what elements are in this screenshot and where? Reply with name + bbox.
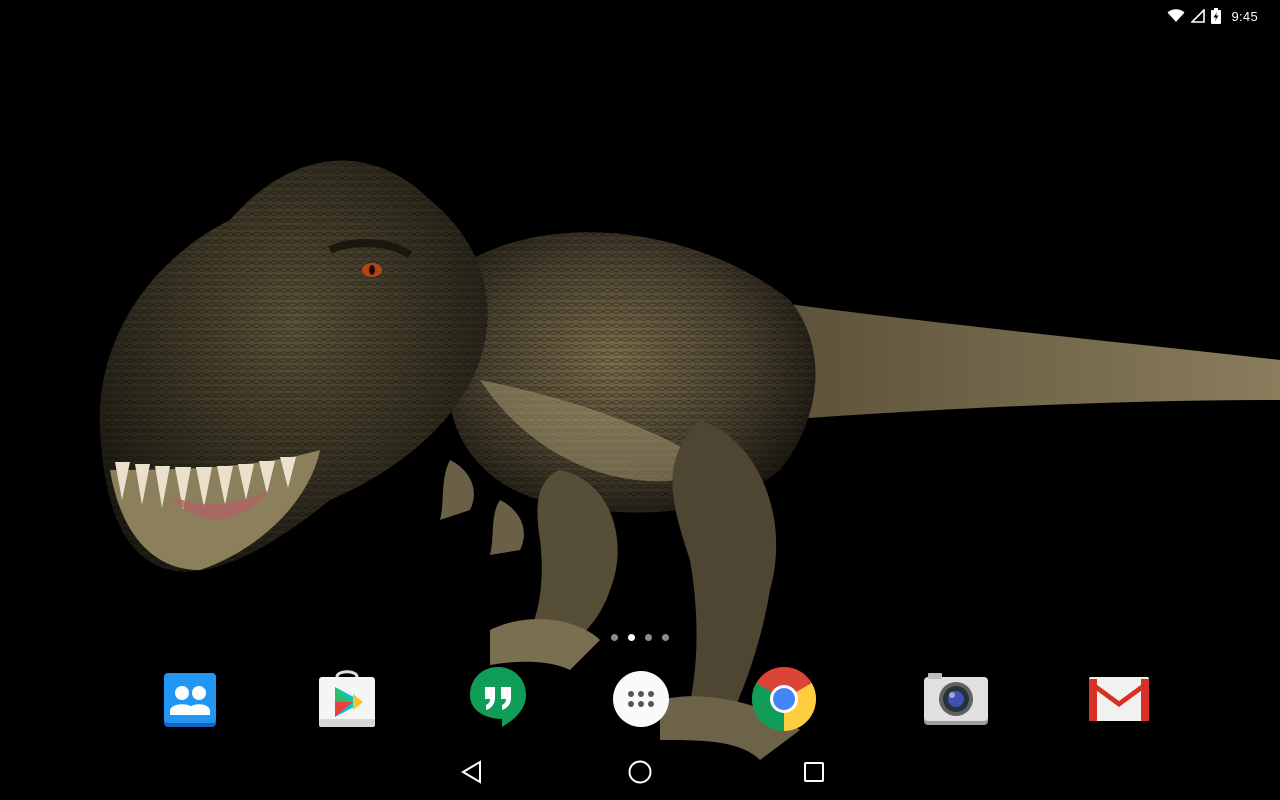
navigation-bar (0, 752, 1280, 800)
dock (0, 664, 1280, 734)
recents-icon (804, 762, 824, 782)
play-store-icon (319, 670, 375, 727)
wifi-icon (1167, 9, 1185, 22)
battery-charging-icon (1211, 8, 1222, 24)
dock-app-play-store[interactable] (312, 664, 382, 734)
camera-icon (924, 673, 988, 725)
page-dot-active (628, 634, 635, 641)
gmail-icon (1089, 677, 1149, 721)
dock-app-chrome[interactable] (749, 664, 819, 734)
page-indicator (0, 634, 1280, 646)
home-icon (628, 760, 652, 784)
status-bar: 9:45 (0, 0, 1280, 32)
cell-signal-icon (1191, 9, 1206, 23)
dock-app-camera[interactable] (921, 664, 991, 734)
dock-app-gmail[interactable] (1084, 664, 1154, 734)
nav-back-button[interactable] (442, 752, 502, 792)
app-drawer-icon (613, 671, 669, 727)
hangouts-icon (470, 667, 526, 727)
status-time: 9:45 (1231, 8, 1258, 24)
dock-app-hangouts[interactable] (463, 664, 533, 734)
page-dot (662, 634, 669, 641)
chrome-icon (752, 667, 816, 731)
dock-app-drawer[interactable] (606, 664, 676, 734)
page-dot (611, 634, 618, 641)
nav-recents-button[interactable] (784, 752, 844, 792)
dock-app-people[interactable] (155, 664, 225, 734)
nav-home-button[interactable] (610, 752, 670, 792)
people-icon (164, 673, 216, 727)
page-dot (645, 634, 652, 641)
back-icon (461, 760, 481, 784)
